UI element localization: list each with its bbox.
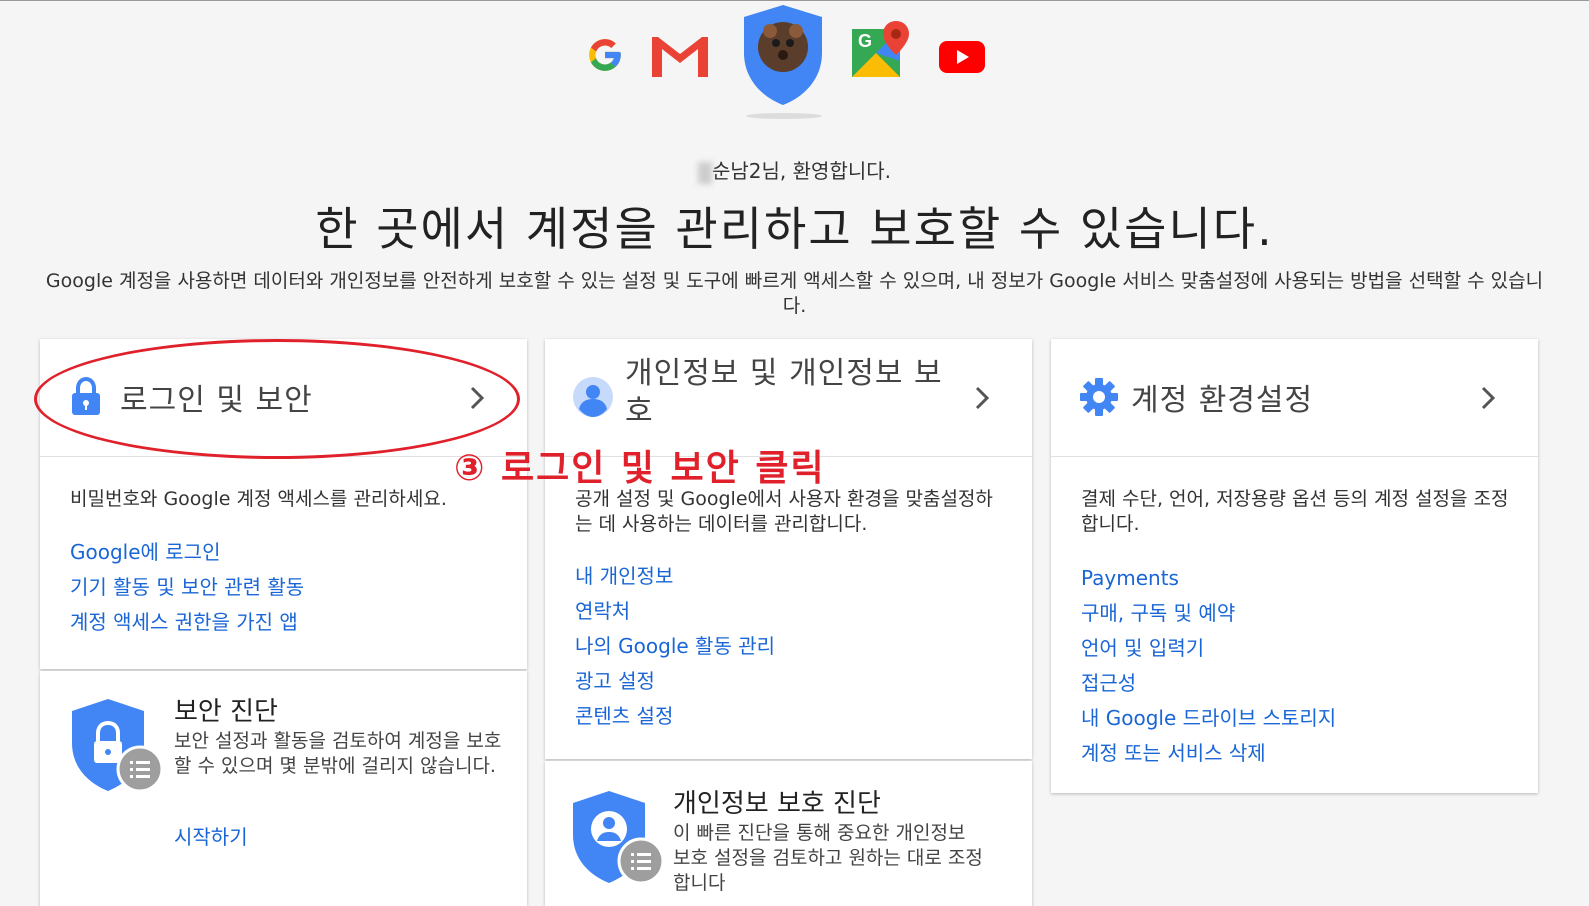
security-checkup-title: 보안 진단 (174, 697, 278, 727)
signin-security-links: Google에 로그인 기기 활동 및 보안 관련 활동 계정 액세스 권한을 … (70, 537, 500, 642)
link-content-settings[interactable]: 콘텐츠 설정 (575, 701, 1005, 736)
annotation-label: ③ 로그인 및 보안 클릭 (454, 448, 826, 489)
avatar-shadow (746, 113, 822, 119)
chevron-right-icon (975, 386, 990, 410)
link-accessibility[interactable]: 접근성 (1081, 668, 1511, 703)
app-icons-row: G (0, 1, 1589, 131)
link-delete-account[interactable]: 계정 또는 서비스 삭제 (1081, 738, 1511, 773)
link-payments[interactable]: Payments (1081, 563, 1511, 598)
link-my-activity[interactable]: 나의 Google 활동 관리 (575, 631, 1005, 666)
maps-icon[interactable]: G (852, 21, 910, 81)
gear-icon (1080, 378, 1118, 416)
gmail-icon[interactable] (648, 31, 712, 81)
privacy-checkup-text: 이 빠른 진단을 통해 중요한 개인정보 보호 설정을 검토하고 원하는 대로 … (673, 822, 983, 894)
account-preferences-header[interactable]: 계정 환경설정 (1051, 339, 1538, 457)
privacy-links: 내 개인정보 연락처 나의 Google 활동 관리 광고 설정 콘텐츠 설정 (575, 561, 1005, 736)
privacy-checkup-card: 개인정보 보호 진단 이 빠른 진단을 통해 중요한 개인정보 보호 설정을 검… (545, 761, 1032, 906)
chevron-right-icon (1481, 386, 1496, 410)
security-checkup-card: 보안 진단 보안 설정과 활동을 검토하여 계정을 보호할 수 있으며 몇 분밖… (40, 671, 527, 906)
link-drive-storage[interactable]: 내 Google 드라이브 스토리지 (1081, 703, 1511, 738)
privacy-description: 공개 설정 및 Google에서 사용자 환경을 맞춤설정하는 데 사용하는 데… (575, 488, 993, 535)
account-preferences-card: 계정 환경설정 결제 수단, 언어, 저장용량 옵션 등의 계정 설정을 조정합… (1051, 339, 1538, 793)
link-device-activity[interactable]: 기기 활동 및 보안 관련 활동 (70, 572, 500, 607)
welcome-message: 순남2님, 환영합니다. (0, 155, 1589, 184)
youtube-icon[interactable] (939, 41, 985, 73)
svg-text:G: G (858, 31, 872, 51)
blurred-name (698, 161, 712, 184)
account-preferences-links: Payments 구매, 구독 및 예약 언어 및 입력기 접근성 내 Goog… (1081, 563, 1511, 773)
link-ad-settings[interactable]: 광고 설정 (575, 666, 1005, 701)
signin-security-description: 비밀번호와 Google 계정 액세스를 관리하세요. (70, 488, 447, 510)
link-google-signin[interactable]: Google에 로그인 (70, 537, 500, 572)
link-purchases[interactable]: 구매, 구독 및 예약 (1081, 598, 1511, 633)
privacy-title: 개인정보 및 개인정보 보호 (625, 356, 943, 429)
profile-shield-avatar[interactable] (740, 3, 826, 107)
link-personal-info[interactable]: 내 개인정보 (575, 561, 1005, 596)
privacy-checkup-title: 개인정보 보호 진단 (673, 789, 881, 819)
account-preferences-description: 결제 수단, 언어, 저장용량 옵션 등의 계정 설정을 조정합니다. (1081, 488, 1509, 535)
privacy-card: 개인정보 및 개인정보 보호 공개 설정 및 Google에서 사용자 환경을 … (545, 339, 1032, 759)
person-icon (573, 377, 613, 417)
privacy-checkup-shield-icon (573, 791, 665, 885)
security-checkup-shield-icon (72, 699, 164, 793)
link-connected-apps[interactable]: 계정 액세스 권한을 가진 앱 (70, 607, 500, 642)
link-contacts[interactable]: 연락처 (575, 596, 1005, 631)
page-headline: 한 곳에서 계정을 관리하고 보호할 수 있습니다. (315, 202, 1274, 256)
google-icon[interactable] (586, 36, 624, 74)
link-language-input[interactable]: 언어 및 입력기 (1081, 633, 1511, 668)
page-description: Google 계정을 사용하면 데이터와 개인정보를 안전하게 보호할 수 있는… (45, 270, 1544, 317)
security-checkup-text: 보안 설정과 활동을 검토하여 계정을 보호할 수 있으며 몇 분밖에 걸리지 … (174, 730, 502, 777)
security-checkup-start-link[interactable]: 시작하기 (174, 821, 248, 850)
account-preferences-title: 계정 환경설정 (1131, 383, 1314, 418)
annotation-ellipse (34, 339, 520, 459)
